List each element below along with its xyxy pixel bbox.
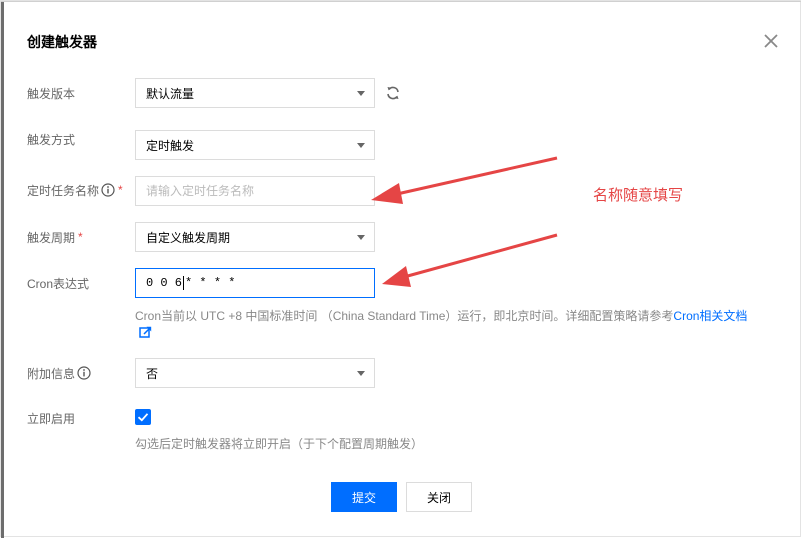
cron-label: Cron表达式 bbox=[27, 273, 89, 293]
cron-help-content: Cron当前以 UTC +8 中国标准时间 （China Standard Ti… bbox=[135, 309, 674, 323]
info-icon[interactable] bbox=[77, 366, 91, 380]
external-link-icon[interactable] bbox=[139, 326, 152, 339]
submit-button[interactable]: 提交 bbox=[331, 482, 397, 512]
text-cursor bbox=[183, 276, 185, 290]
close-icon[interactable] bbox=[761, 31, 781, 51]
enable-now-label: 立即启用 bbox=[27, 408, 75, 428]
method-label: 触发方式 bbox=[27, 129, 75, 149]
period-label-text: 触发周期 bbox=[27, 230, 76, 245]
close-button[interactable]: 关闭 bbox=[406, 482, 472, 512]
refresh-icon[interactable] bbox=[385, 85, 401, 101]
required-mark: * bbox=[118, 183, 123, 197]
method-select[interactable]: 定时触发 bbox=[135, 130, 375, 160]
cron-value-part2: * * * * bbox=[185, 276, 236, 290]
enable-now-checkbox[interactable] bbox=[135, 409, 151, 425]
cron-label-text: Cron表达式 bbox=[27, 276, 90, 291]
annotation-arrow-cron bbox=[382, 233, 558, 287]
background-edge bbox=[1, 1, 4, 538]
task-name-label-text: 定时任务名称 bbox=[27, 183, 100, 198]
dialog-top-border bbox=[1, 1, 801, 2]
enable-now-label-text: 立即启用 bbox=[27, 411, 76, 426]
version-select-value: 默认流量 bbox=[146, 86, 195, 101]
info-icon[interactable] bbox=[101, 183, 115, 197]
chevron-down-icon bbox=[357, 235, 365, 240]
check-icon bbox=[137, 413, 149, 422]
cron-help-text: Cron当前以 UTC +8 中国标准时间 （China Standard Ti… bbox=[135, 307, 747, 324]
period-select[interactable]: 自定义触发周期 bbox=[135, 222, 375, 252]
annotation-arrow-name bbox=[371, 156, 558, 204]
cron-input[interactable]: 0 0 6 * * * * bbox=[135, 268, 375, 298]
extra-info-select[interactable]: 否 bbox=[135, 358, 375, 388]
task-name-input-wrapper bbox=[135, 176, 375, 206]
annotation-text: 名称随意填写 bbox=[593, 187, 684, 204]
cron-value-part1: 0 0 6 bbox=[146, 276, 183, 290]
task-name-input[interactable] bbox=[146, 184, 356, 198]
create-trigger-dialog: 创建触发器 触发版本 默认流量 触发方式 定时触发 定时任务名称 * 请输入定时… bbox=[0, 0, 801, 538]
version-label-text: 触发版本 bbox=[27, 86, 76, 101]
dialog-title: 创建触发器 bbox=[27, 34, 97, 50]
annotation-arrows bbox=[371, 156, 558, 287]
chevron-down-icon bbox=[357, 371, 365, 376]
required-mark: * bbox=[78, 230, 83, 244]
method-select-value: 定时触发 bbox=[146, 138, 195, 153]
cron-doc-link[interactable]: Cron相关文档 bbox=[673, 309, 747, 323]
chevron-down-icon bbox=[357, 91, 365, 96]
version-select[interactable]: 默认流量 bbox=[135, 78, 375, 108]
task-name-label: 定时任务名称 * bbox=[27, 180, 123, 200]
enable-now-help-text: 勾选后定时触发器将立即开启（于下个配置周期触发） bbox=[135, 437, 424, 451]
extra-info-label: 附加信息 bbox=[27, 363, 91, 383]
period-select-value: 自定义触发周期 bbox=[146, 230, 231, 245]
period-label: 触发周期 * bbox=[27, 227, 83, 247]
extra-info-select-value: 否 bbox=[146, 366, 159, 381]
extra-info-label-text: 附加信息 bbox=[27, 366, 76, 381]
chevron-down-icon bbox=[357, 143, 365, 148]
method-label-text: 触发方式 bbox=[27, 132, 76, 147]
version-label: 触发版本 bbox=[27, 83, 75, 103]
